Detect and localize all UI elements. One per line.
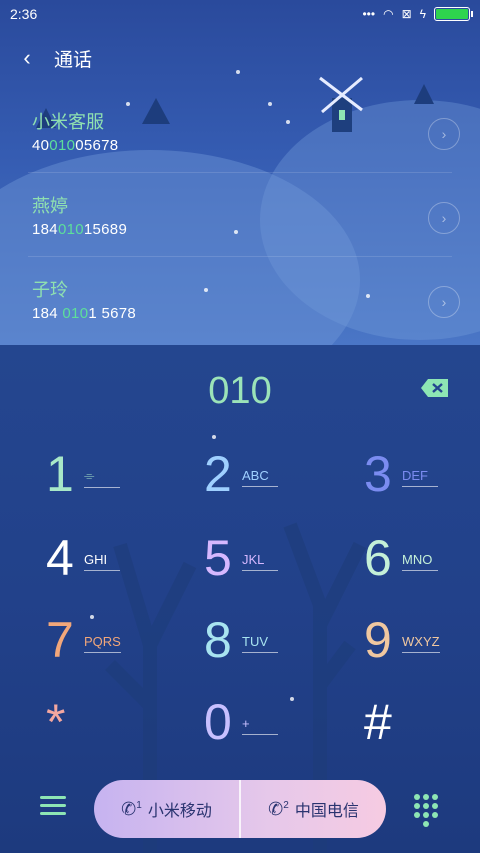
sim2-label: 中国电信 <box>294 803 359 820</box>
key-letters: MNO <box>402 552 438 571</box>
bare-trees-decor <box>105 522 367 853</box>
menu-icon[interactable] <box>40 796 66 818</box>
phone-icon: ✆1 <box>121 798 142 819</box>
key-digit: 7 <box>46 612 74 668</box>
key-6[interactable]: 6 MNO <box>364 530 474 590</box>
key-9[interactable]: 9 WXYZ <box>364 612 474 672</box>
key-3[interactable]: 3 DEF <box>364 446 474 506</box>
key-digit: 1 <box>46 446 74 502</box>
contact-name: 小米客服 <box>32 112 104 132</box>
key-letters: WXYZ <box>402 634 440 653</box>
backspace-icon[interactable] <box>420 378 450 398</box>
contact-name: 燕婷 <box>32 196 68 216</box>
key-letters: JKL <box>242 552 278 571</box>
star <box>212 435 216 439</box>
key-digit: 3 <box>364 446 392 502</box>
title-bar: ‹ 通话 <box>0 40 480 76</box>
key-digit: 5 <box>204 530 232 586</box>
key-digit: 9 <box>364 612 392 668</box>
back-icon[interactable]: ‹ <box>0 45 54 71</box>
key-letters: ABC <box>242 468 278 487</box>
wifi-icon: ◠ <box>383 7 394 21</box>
contact-detail-button[interactable]: › <box>428 202 460 234</box>
key-star[interactable]: * <box>46 694 156 754</box>
key-5[interactable]: 5 JKL <box>204 530 314 590</box>
sim-call-buttons: ✆1 小米移动 ✆2 中国电信 <box>94 780 386 838</box>
call-sim2-button[interactable]: ✆2 中国电信 <box>239 780 386 838</box>
dial-display: 010 <box>208 370 272 412</box>
dots-icon: ••• <box>362 7 376 21</box>
status-time: 2:36 <box>10 6 38 22</box>
call-sim1-button[interactable]: ✆1 小米移动 <box>94 780 239 838</box>
key-letters: + <box>242 716 278 735</box>
key-digit: 8 <box>204 612 232 668</box>
key-4[interactable]: 4 GHI <box>46 530 156 590</box>
battery-icon <box>434 7 473 21</box>
contact-number: 18401015689 <box>32 221 128 238</box>
key-digit: 2 <box>204 446 232 502</box>
contact-name: 子玲 <box>32 280 68 300</box>
sim-x-icon: ⊠ <box>401 7 412 21</box>
keypad-toggle-icon[interactable] <box>414 794 438 827</box>
contact-item[interactable]: 燕婷 18401015689 › <box>0 176 480 260</box>
key-0[interactable]: 0 + <box>204 694 314 754</box>
charging-icon: ϟ <box>419 7 426 21</box>
page-title: 通话 <box>54 49 93 71</box>
night-scene-bottom <box>0 345 480 853</box>
contact-number: 184 0101 5678 <box>32 305 137 322</box>
key-1[interactable]: 1 ⌯ <box>46 446 156 506</box>
key-digit: 4 <box>46 530 74 586</box>
key-digit: # <box>364 694 392 750</box>
key-7[interactable]: 7 PQRS <box>46 612 156 672</box>
key-digit: 0 <box>204 694 232 750</box>
key-letters: TUV <box>242 634 278 653</box>
key-digit: * <box>46 694 66 750</box>
status-icons: ••• ◠ ⊠ ϟ <box>362 7 473 21</box>
contact-number: 4001005678 <box>32 137 119 154</box>
sim1-label: 小米移动 <box>147 803 212 820</box>
voicemail-icon: ⌯ <box>84 468 120 488</box>
key-letters: PQRS <box>84 634 121 653</box>
key-digit: 6 <box>364 530 392 586</box>
key-hash[interactable]: # <box>364 694 474 754</box>
key-letters: GHI <box>84 552 120 571</box>
contact-detail-button[interactable]: › <box>428 118 460 150</box>
contact-item[interactable]: 小米客服 4001005678 › <box>0 92 480 176</box>
contact-item[interactable]: 子玲 184 0101 5678 › <box>0 260 480 344</box>
key-letters: DEF <box>402 468 438 487</box>
divider <box>28 256 452 257</box>
phone-icon: ✆2 <box>268 798 289 819</box>
key-2[interactable]: 2 ABC <box>204 446 314 506</box>
status-bar: 2:36 ••• ◠ ⊠ ϟ <box>0 0 480 28</box>
divider <box>28 172 452 173</box>
contact-detail-button[interactable]: › <box>428 286 460 318</box>
key-8[interactable]: 8 TUV <box>204 612 314 672</box>
